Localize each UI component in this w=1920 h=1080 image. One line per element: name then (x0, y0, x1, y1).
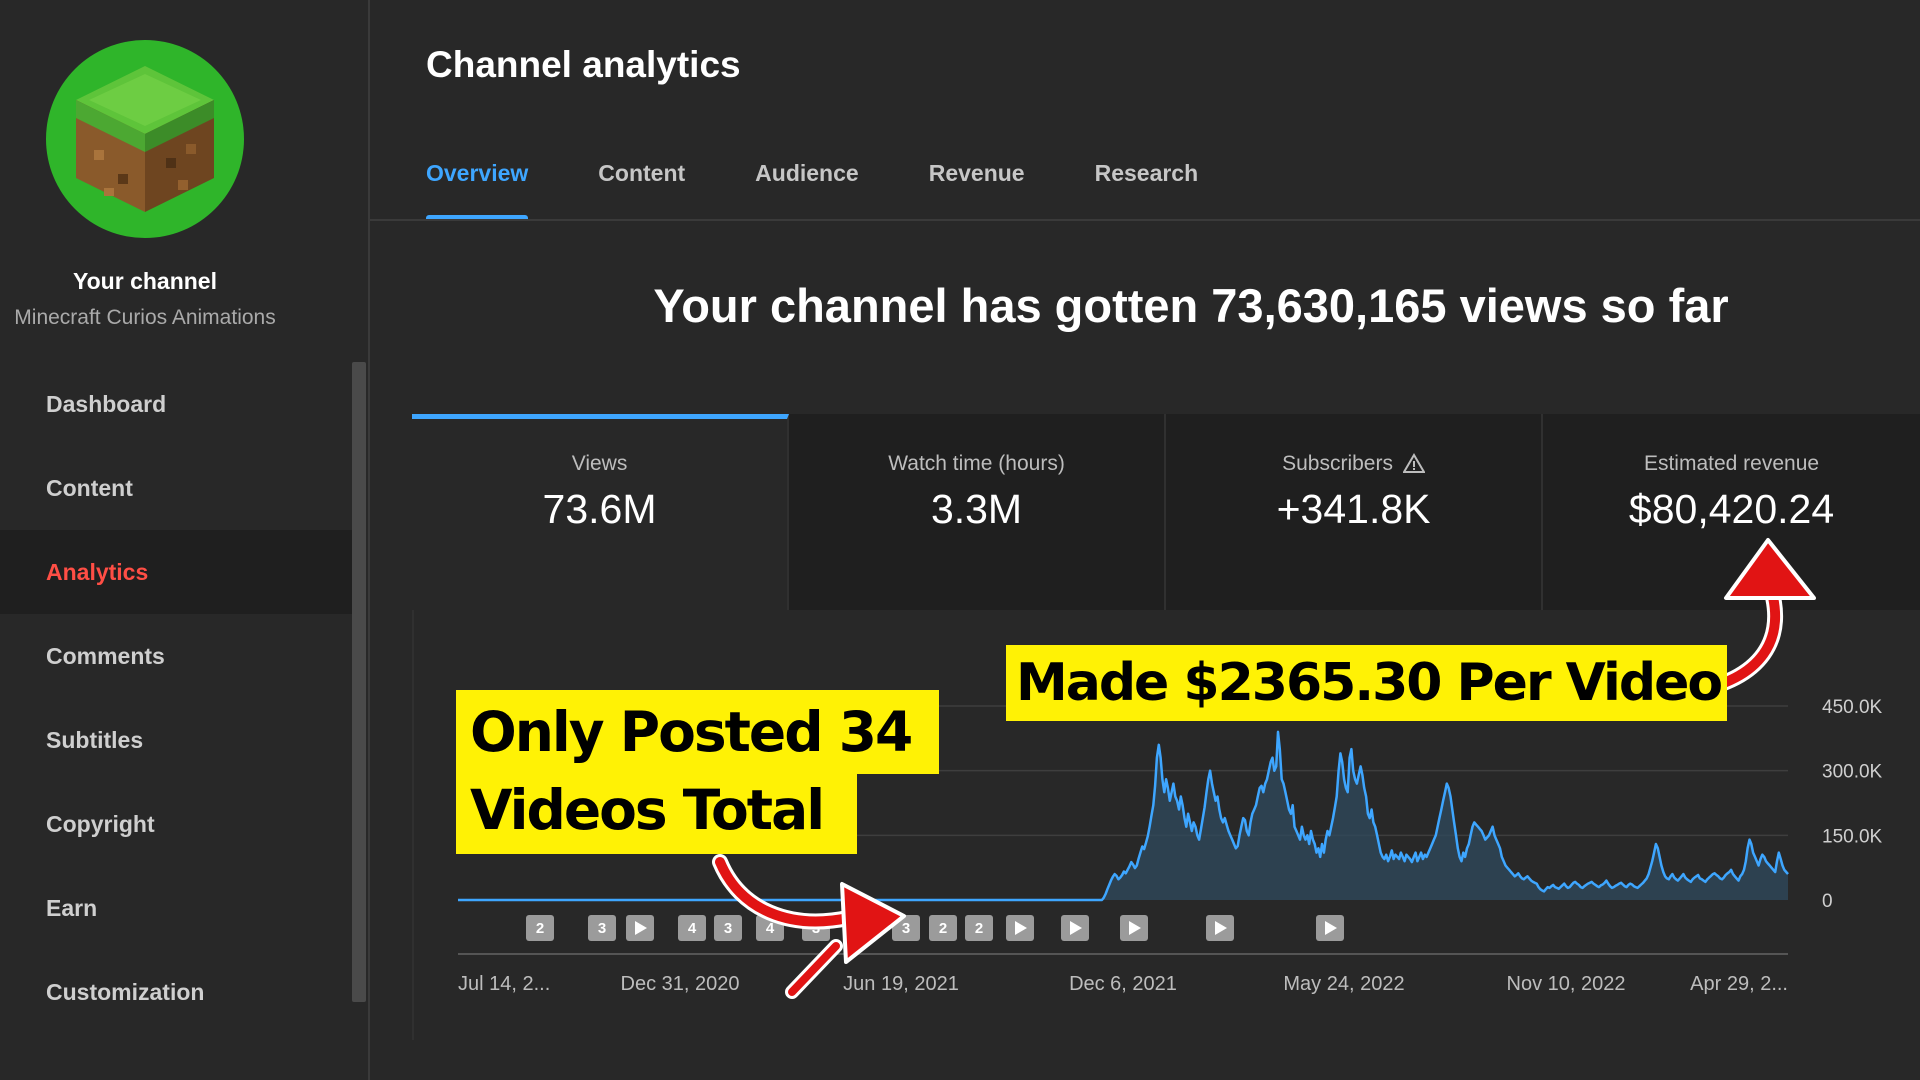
upload-marker-count: 3 (812, 920, 820, 937)
page-title: Channel analytics (426, 44, 741, 85)
metric-label: Watch time (hours) (888, 452, 1065, 475)
sidebar-scrollbar[interactable] (352, 362, 366, 1002)
metric-card-subscribers[interactable]: Subscribers +341.8K (1166, 414, 1544, 610)
sidebar-item-subtitles[interactable]: Subtitles (0, 698, 352, 782)
upload-marker-count: 3 (724, 920, 732, 937)
upload-marker-count: 3 (902, 920, 910, 937)
metric-label: Views (571, 452, 628, 475)
metric-label: Subscribers (1282, 452, 1393, 475)
channel-avatar[interactable] (46, 40, 244, 238)
tab-divider (370, 219, 1920, 221)
callout-videos-line1: Only Posted 34 (456, 690, 940, 774)
upload-marker-count: 4 (688, 920, 697, 937)
y-tick-label: 0 (1822, 891, 1833, 912)
sidebar-item-analytics[interactable]: Analytics (0, 530, 352, 614)
metric-card-views[interactable]: Views 73.6M (412, 414, 790, 610)
metric-value: 73.6M (542, 486, 657, 532)
x-tick-label: Dec 6, 2021 (1069, 973, 1177, 995)
views-headline: Your channel has gotten 73,630,165 views… (653, 279, 1729, 332)
upload-marker-count: 2 (939, 920, 947, 937)
sidebar-item-comments[interactable]: Comments (0, 614, 352, 698)
x-tick-label: Jun 19, 2021 (843, 973, 959, 995)
metric-value: 3.3M (930, 486, 1023, 532)
metric-value: +341.8K (1276, 486, 1431, 532)
x-tick-label: Dec 31, 2020 (621, 973, 740, 995)
metric-label-row: Subscribers (1166, 452, 1541, 476)
tab-overview[interactable]: Overview (426, 160, 529, 220)
x-tick-label: Nov 10, 2022 (1507, 973, 1626, 995)
metric-label: Estimated revenue (1643, 452, 1820, 475)
metric-value: $80,420.24 (1628, 486, 1835, 532)
analytics-tabs: Overview Content Audience Revenue Resear… (426, 160, 1268, 220)
x-tick-label: May 24, 2022 (1283, 973, 1404, 995)
channel-title: Your channel (73, 268, 217, 294)
upload-marker-count: 2 (975, 920, 983, 937)
x-tick-label: Apr 29, 2... (1690, 973, 1788, 995)
warning-icon[interactable] (1402, 453, 1425, 473)
y-tick-label: 150.0K (1822, 826, 1883, 847)
channel-name: Minecraft Curios Animations (14, 306, 276, 329)
callout-revenue-per-video: Made $2365.30 Per Video (1006, 645, 1728, 721)
sidebar-item-earn[interactable]: Earn (0, 866, 352, 950)
y-tick-label: 450.0K (1822, 697, 1883, 718)
sidebar: Your channel Minecraft Curios Animations… (0, 0, 370, 1080)
tab-audience[interactable]: Audience (755, 160, 859, 220)
sidebar-item-dashboard[interactable]: Dashboard (0, 362, 352, 446)
sidebar-nav: Dashboard Content Analytics Comments Sub… (0, 362, 352, 1034)
tab-research[interactable]: Research (1095, 160, 1199, 220)
tab-revenue[interactable]: Revenue (929, 160, 1025, 220)
x-tick-label: Jul 14, 2... (458, 973, 550, 995)
metric-card-watch-time[interactable]: Watch time (hours) 3.3M (789, 414, 1167, 610)
tab-content[interactable]: Content (598, 160, 685, 220)
metric-cards: Views 73.6M Watch time (hours) 3.3M Subs… (412, 414, 1920, 610)
upload-marker-count: 4 (766, 920, 775, 937)
sidebar-item-copyright[interactable]: Copyright (0, 782, 352, 866)
y-tick-label: 300.0K (1822, 762, 1883, 783)
metric-card-revenue[interactable]: Estimated revenue $80,420.24 (1543, 414, 1920, 610)
grass-block-icon (76, 66, 214, 212)
upload-marker-count: 3 (598, 920, 606, 937)
upload-marker-count: 2 (856, 920, 864, 937)
callout-videos-line2: Videos Total (456, 774, 858, 854)
upload-marker-count: 2 (536, 920, 544, 937)
sidebar-item-customization[interactable]: Customization (0, 950, 352, 1034)
sidebar-item-content[interactable]: Content (0, 446, 352, 530)
